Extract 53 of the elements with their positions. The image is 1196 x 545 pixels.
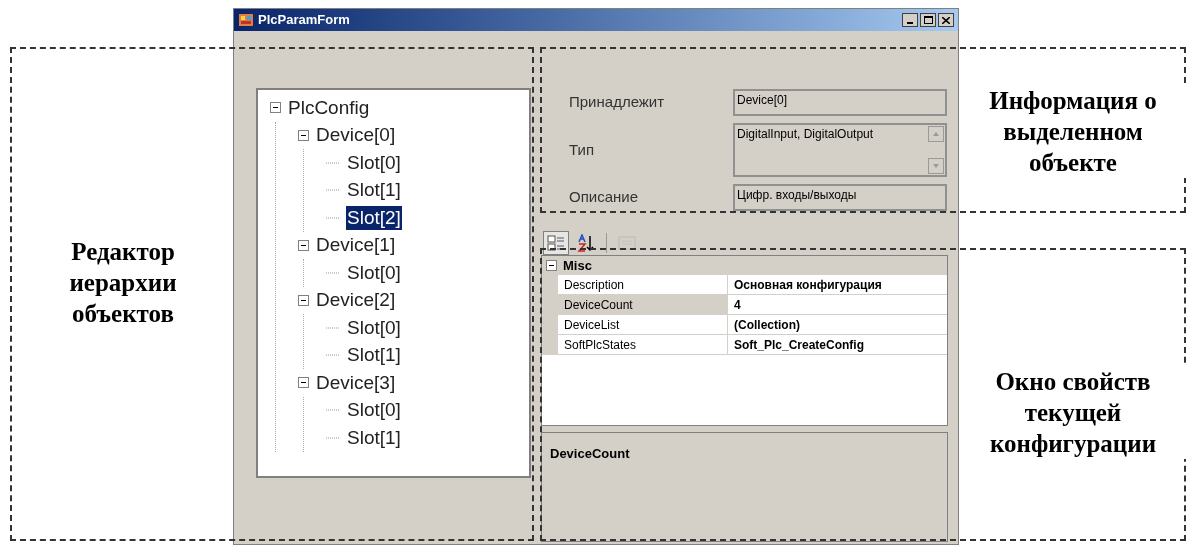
field-label: Принадлежит [569,92,666,113]
text-field[interactable]: Цифр. входы/выходы [733,184,947,211]
minimize-button[interactable] [902,13,918,27]
collapse-icon[interactable] [270,102,281,114]
tree-connector-line [326,161,340,164]
collapse-icon[interactable] [546,260,557,271]
tree-connector-line [326,189,340,192]
field-label: Тип [569,139,595,160]
tree-connector-line [326,354,340,357]
tree-item[interactable]: Device[1] [315,233,397,258]
tree-connector-line [326,436,340,439]
sort-az-icon [577,234,595,252]
close-button[interactable] [938,13,954,27]
categorized-button[interactable] [543,231,569,255]
tree-item[interactable]: Slot[2] [346,205,402,230]
tree-connector-line [326,409,340,412]
collapse-icon[interactable] [298,129,309,141]
window-title: PlcParamForm [258,11,350,30]
tree-connector-line [326,326,340,329]
property-value[interactable]: Soft_Plc_CreateConfig [728,335,947,354]
tree-item[interactable]: Slot[1] [346,425,402,450]
tree-connector-line [326,216,340,219]
categorized-icon [547,235,565,251]
maximize-button[interactable] [920,13,936,27]
close-icon [942,16,950,24]
tree-item[interactable]: Slot[0] [346,315,402,340]
description-title: DeviceCount [550,446,630,461]
tree-item[interactable]: Device[3] [315,370,397,395]
tree-item[interactable]: Device[2] [315,288,397,313]
maximize-icon [923,16,933,24]
category-header[interactable]: Misc [542,256,947,275]
property-name[interactable]: DeviceList [558,315,728,334]
field-label: Описание [569,187,640,208]
property-name[interactable]: Description [558,275,728,294]
property-name[interactable]: SoftPlcStates [558,335,728,354]
property-value[interactable]: 4 [728,295,947,314]
collapse-icon[interactable] [298,377,309,389]
tree-item[interactable]: Device[0] [315,123,397,148]
tree-item[interactable]: Slot[0] [346,398,402,423]
property-value[interactable]: Основная конфигурация [728,275,947,294]
app-icon [238,12,254,28]
collapse-icon[interactable] [298,294,309,306]
text-field[interactable]: Device[0] [733,89,947,116]
property-pages-icon [618,235,636,251]
tree-connector-line [326,271,340,274]
tree-item[interactable]: Slot[1] [346,343,402,368]
tree-item[interactable]: Slot[1] [346,178,402,203]
tree-item[interactable]: Slot[0] [346,260,402,285]
tree-item[interactable]: Slot[0] [346,150,402,175]
minimize-icon [907,22,913,24]
tree-item[interactable]: PlcConfig [287,95,371,120]
property-value[interactable]: (Collection) [728,315,947,334]
collapse-icon[interactable] [298,239,309,251]
